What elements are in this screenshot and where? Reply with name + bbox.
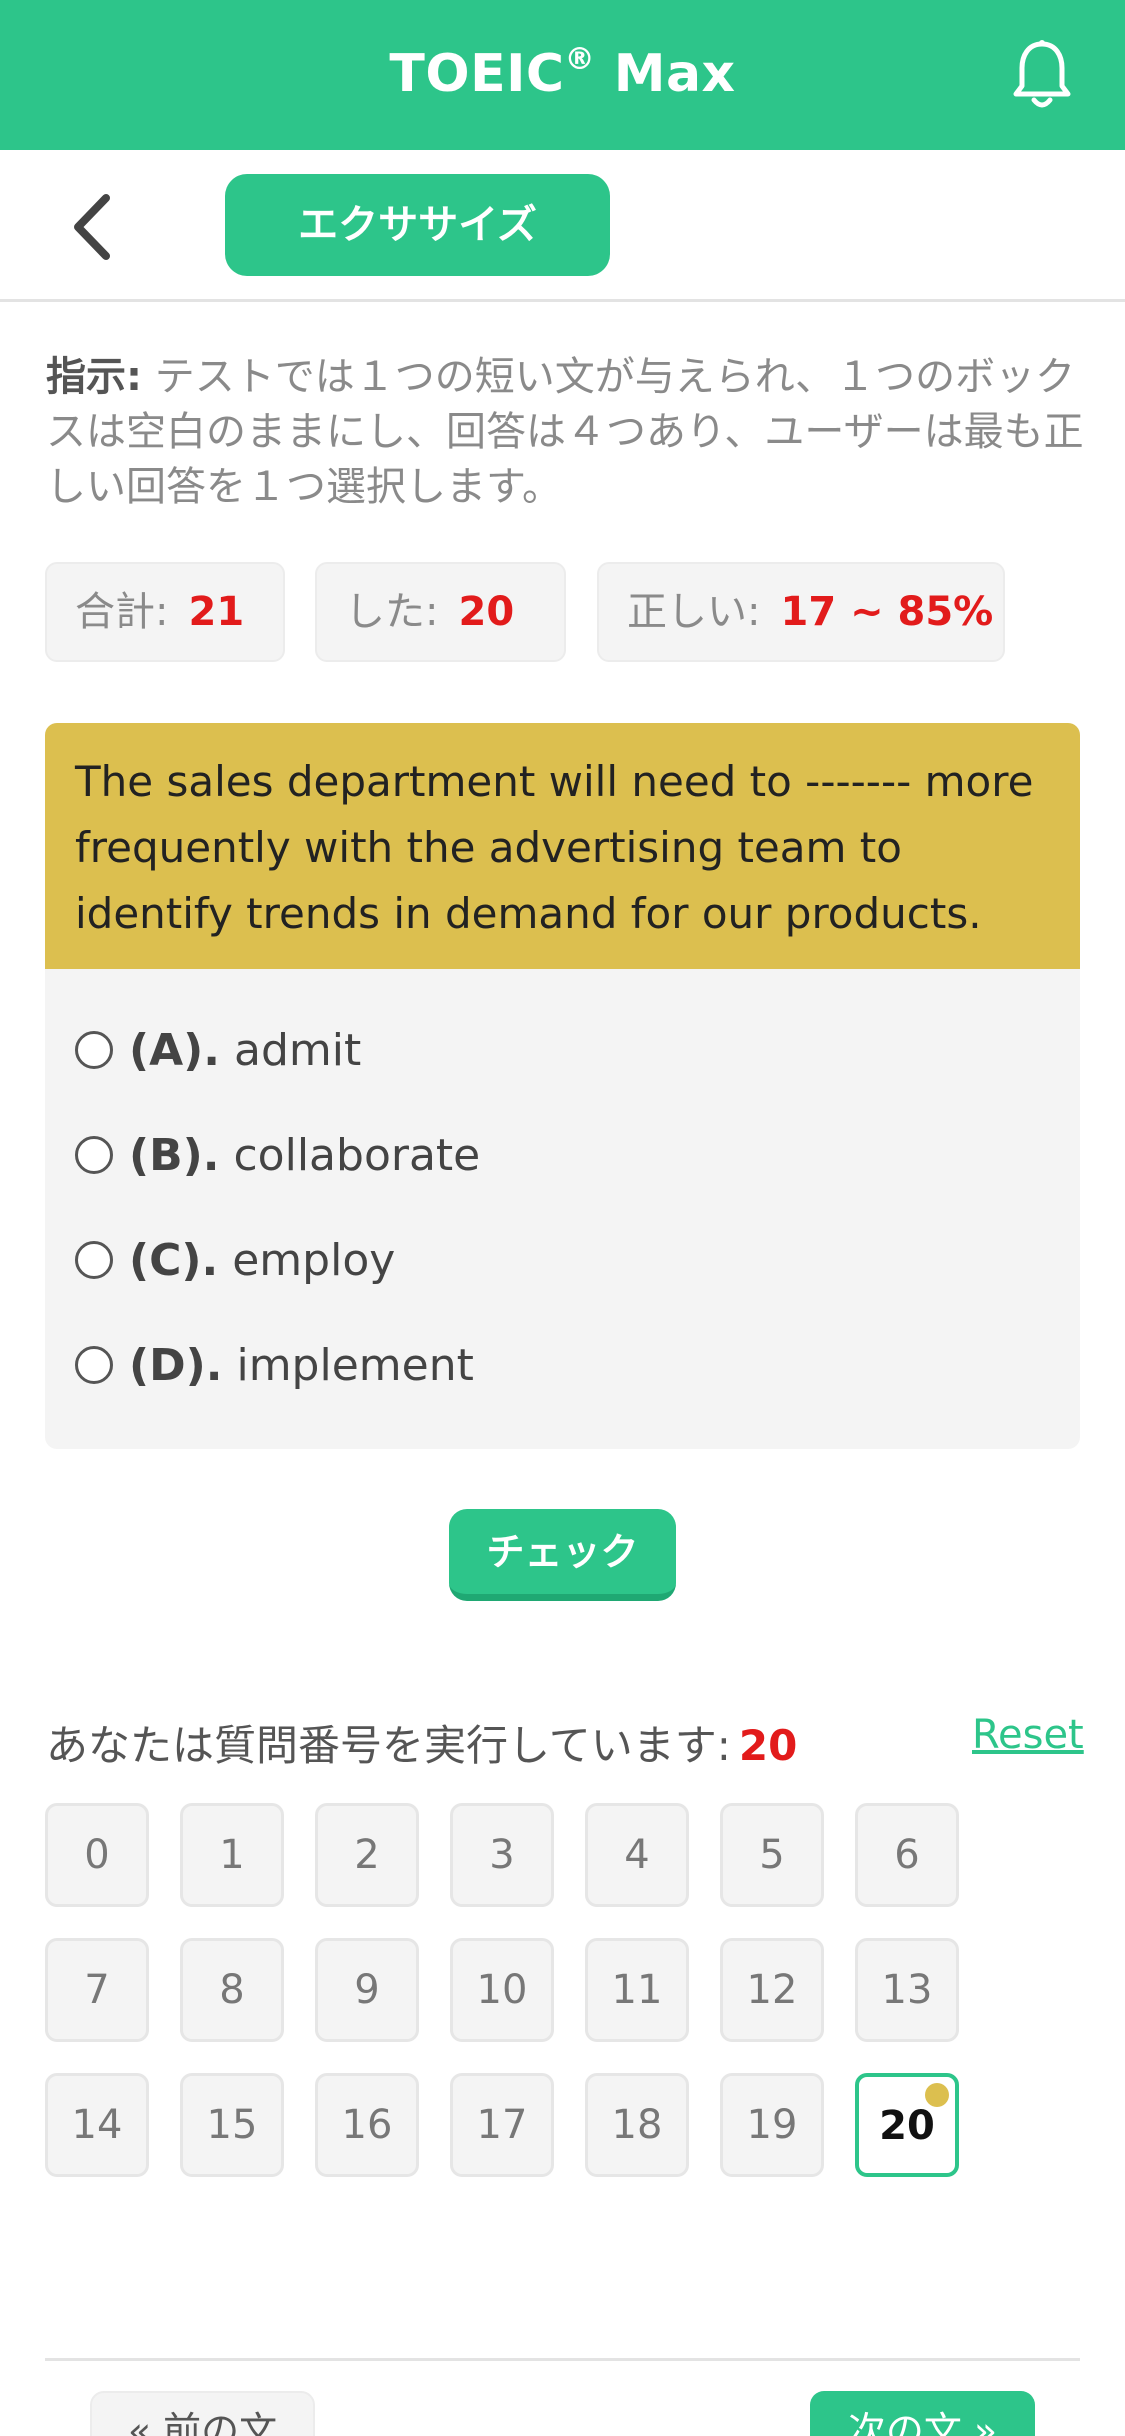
stat-done: した: 20 <box>315 562 566 662</box>
stat-total-value: 21 <box>188 589 245 635</box>
question-number-label: 13 <box>881 1967 933 2013</box>
sub-navigation-bar: エクササイズ <box>0 150 1125 302</box>
app-header: TOEIC® Max <box>0 0 1125 150</box>
radio-button[interactable] <box>75 1241 113 1279</box>
question-number-button[interactable]: 20 <box>855 2073 959 2177</box>
question-number-label: 5 <box>759 1832 785 1878</box>
question-number-button[interactable]: 12 <box>720 1938 824 2042</box>
stat-done-value: 20 <box>458 589 515 635</box>
question-number-label: 7 <box>84 1967 110 2013</box>
question-number-label: 2 <box>354 1832 380 1878</box>
question-number-button[interactable]: 11 <box>585 1938 689 2042</box>
question-number-label: 9 <box>354 1967 380 2013</box>
question-number-button[interactable]: 8 <box>180 1938 284 2042</box>
question-number-label: 1 <box>219 1832 245 1878</box>
instruction-label: 指示: <box>46 354 142 400</box>
current-question-number: 20 <box>738 1721 798 1770</box>
question-number-button[interactable]: 10 <box>450 1938 554 2042</box>
question-number-button[interactable]: 18 <box>585 2073 689 2177</box>
answer-option-a[interactable]: (A). admit <box>75 1021 361 1081</box>
question-number-button[interactable]: 4 <box>585 1803 689 1907</box>
question-number-label: 0 <box>84 1832 110 1878</box>
question-number-button[interactable]: 7 <box>45 1938 149 2042</box>
question-number-label: 17 <box>476 2102 528 2148</box>
stat-correct: 正しい: 17 ~ 85% <box>597 562 1005 662</box>
question-card: The sales department will need to ------… <box>45 723 1080 1449</box>
divider <box>45 2358 1080 2361</box>
question-number-button[interactable]: 2 <box>315 1803 419 1907</box>
question-number-button[interactable]: 5 <box>720 1803 824 1907</box>
question-number-button[interactable]: 14 <box>45 2073 149 2177</box>
next-sentence-button[interactable]: 次の文 » <box>810 2391 1035 2436</box>
current-indicator-dot <box>925 2083 949 2107</box>
question-number-button[interactable]: 6 <box>855 1803 959 1907</box>
question-number-label: 16 <box>341 2102 393 2148</box>
radio-button[interactable] <box>75 1346 113 1384</box>
question-number-button[interactable]: 17 <box>450 2073 554 2177</box>
instruction-body: テストでは１つの短い文が与えられ、１つのボックスは空白のままにし、回答は４つあり… <box>46 354 1084 510</box>
question-number-button[interactable]: 3 <box>450 1803 554 1907</box>
chevron-left-icon[interactable] <box>66 192 120 262</box>
current-question-line: あなたは質問番号を実行しています: 20 <box>46 1721 798 1770</box>
question-number-label: 18 <box>611 2102 663 2148</box>
previous-sentence-button[interactable]: « 前の文 <box>90 2391 315 2436</box>
question-number-button[interactable]: 0 <box>45 1803 149 1907</box>
answer-option-c[interactable]: (C). employ <box>75 1231 395 1291</box>
question-number-label: 6 <box>894 1832 920 1878</box>
reset-link[interactable]: Reset <box>972 1712 1084 1758</box>
question-number-button[interactable]: 9 <box>315 1938 419 2042</box>
question-number-label: 19 <box>746 2102 798 2148</box>
tab-exercise[interactable]: エクササイズ <box>225 174 610 276</box>
question-number-button[interactable]: 15 <box>180 2073 284 2177</box>
question-number-label: 3 <box>489 1832 515 1878</box>
question-number-label: 15 <box>206 2102 258 2148</box>
question-number-button[interactable]: 1 <box>180 1803 284 1907</box>
answer-option-d[interactable]: (D). implement <box>75 1336 474 1396</box>
stat-correct-value: 17 ~ 85% <box>780 589 994 635</box>
question-number-button[interactable]: 19 <box>720 2073 824 2177</box>
question-number-label: 14 <box>71 2102 123 2148</box>
answer-option-b[interactable]: (B). collaborate <box>75 1126 480 1186</box>
question-number-button[interactable]: 13 <box>855 1938 959 2042</box>
check-button[interactable]: チェック <box>449 1509 676 1601</box>
stat-total: 合計: 21 <box>45 562 285 662</box>
question-number-label: 12 <box>746 1967 798 2013</box>
question-number-label: 11 <box>611 1967 663 2013</box>
app-title: TOEIC® Max <box>389 42 736 104</box>
question-text: The sales department will need to ------… <box>45 723 1080 969</box>
bell-icon[interactable] <box>1010 38 1074 112</box>
question-number-label: 4 <box>624 1832 650 1878</box>
instruction-text: 指示: テストでは１つの短い文が与えられ、１つのボックスは空白のままにし、回答は… <box>46 350 1086 515</box>
question-number-button[interactable]: 16 <box>315 2073 419 2177</box>
radio-button[interactable] <box>75 1136 113 1174</box>
radio-button[interactable] <box>75 1031 113 1069</box>
question-number-label: 8 <box>219 1967 245 2013</box>
question-number-label: 20 <box>879 2103 935 2149</box>
question-number-label: 10 <box>476 1967 528 2013</box>
